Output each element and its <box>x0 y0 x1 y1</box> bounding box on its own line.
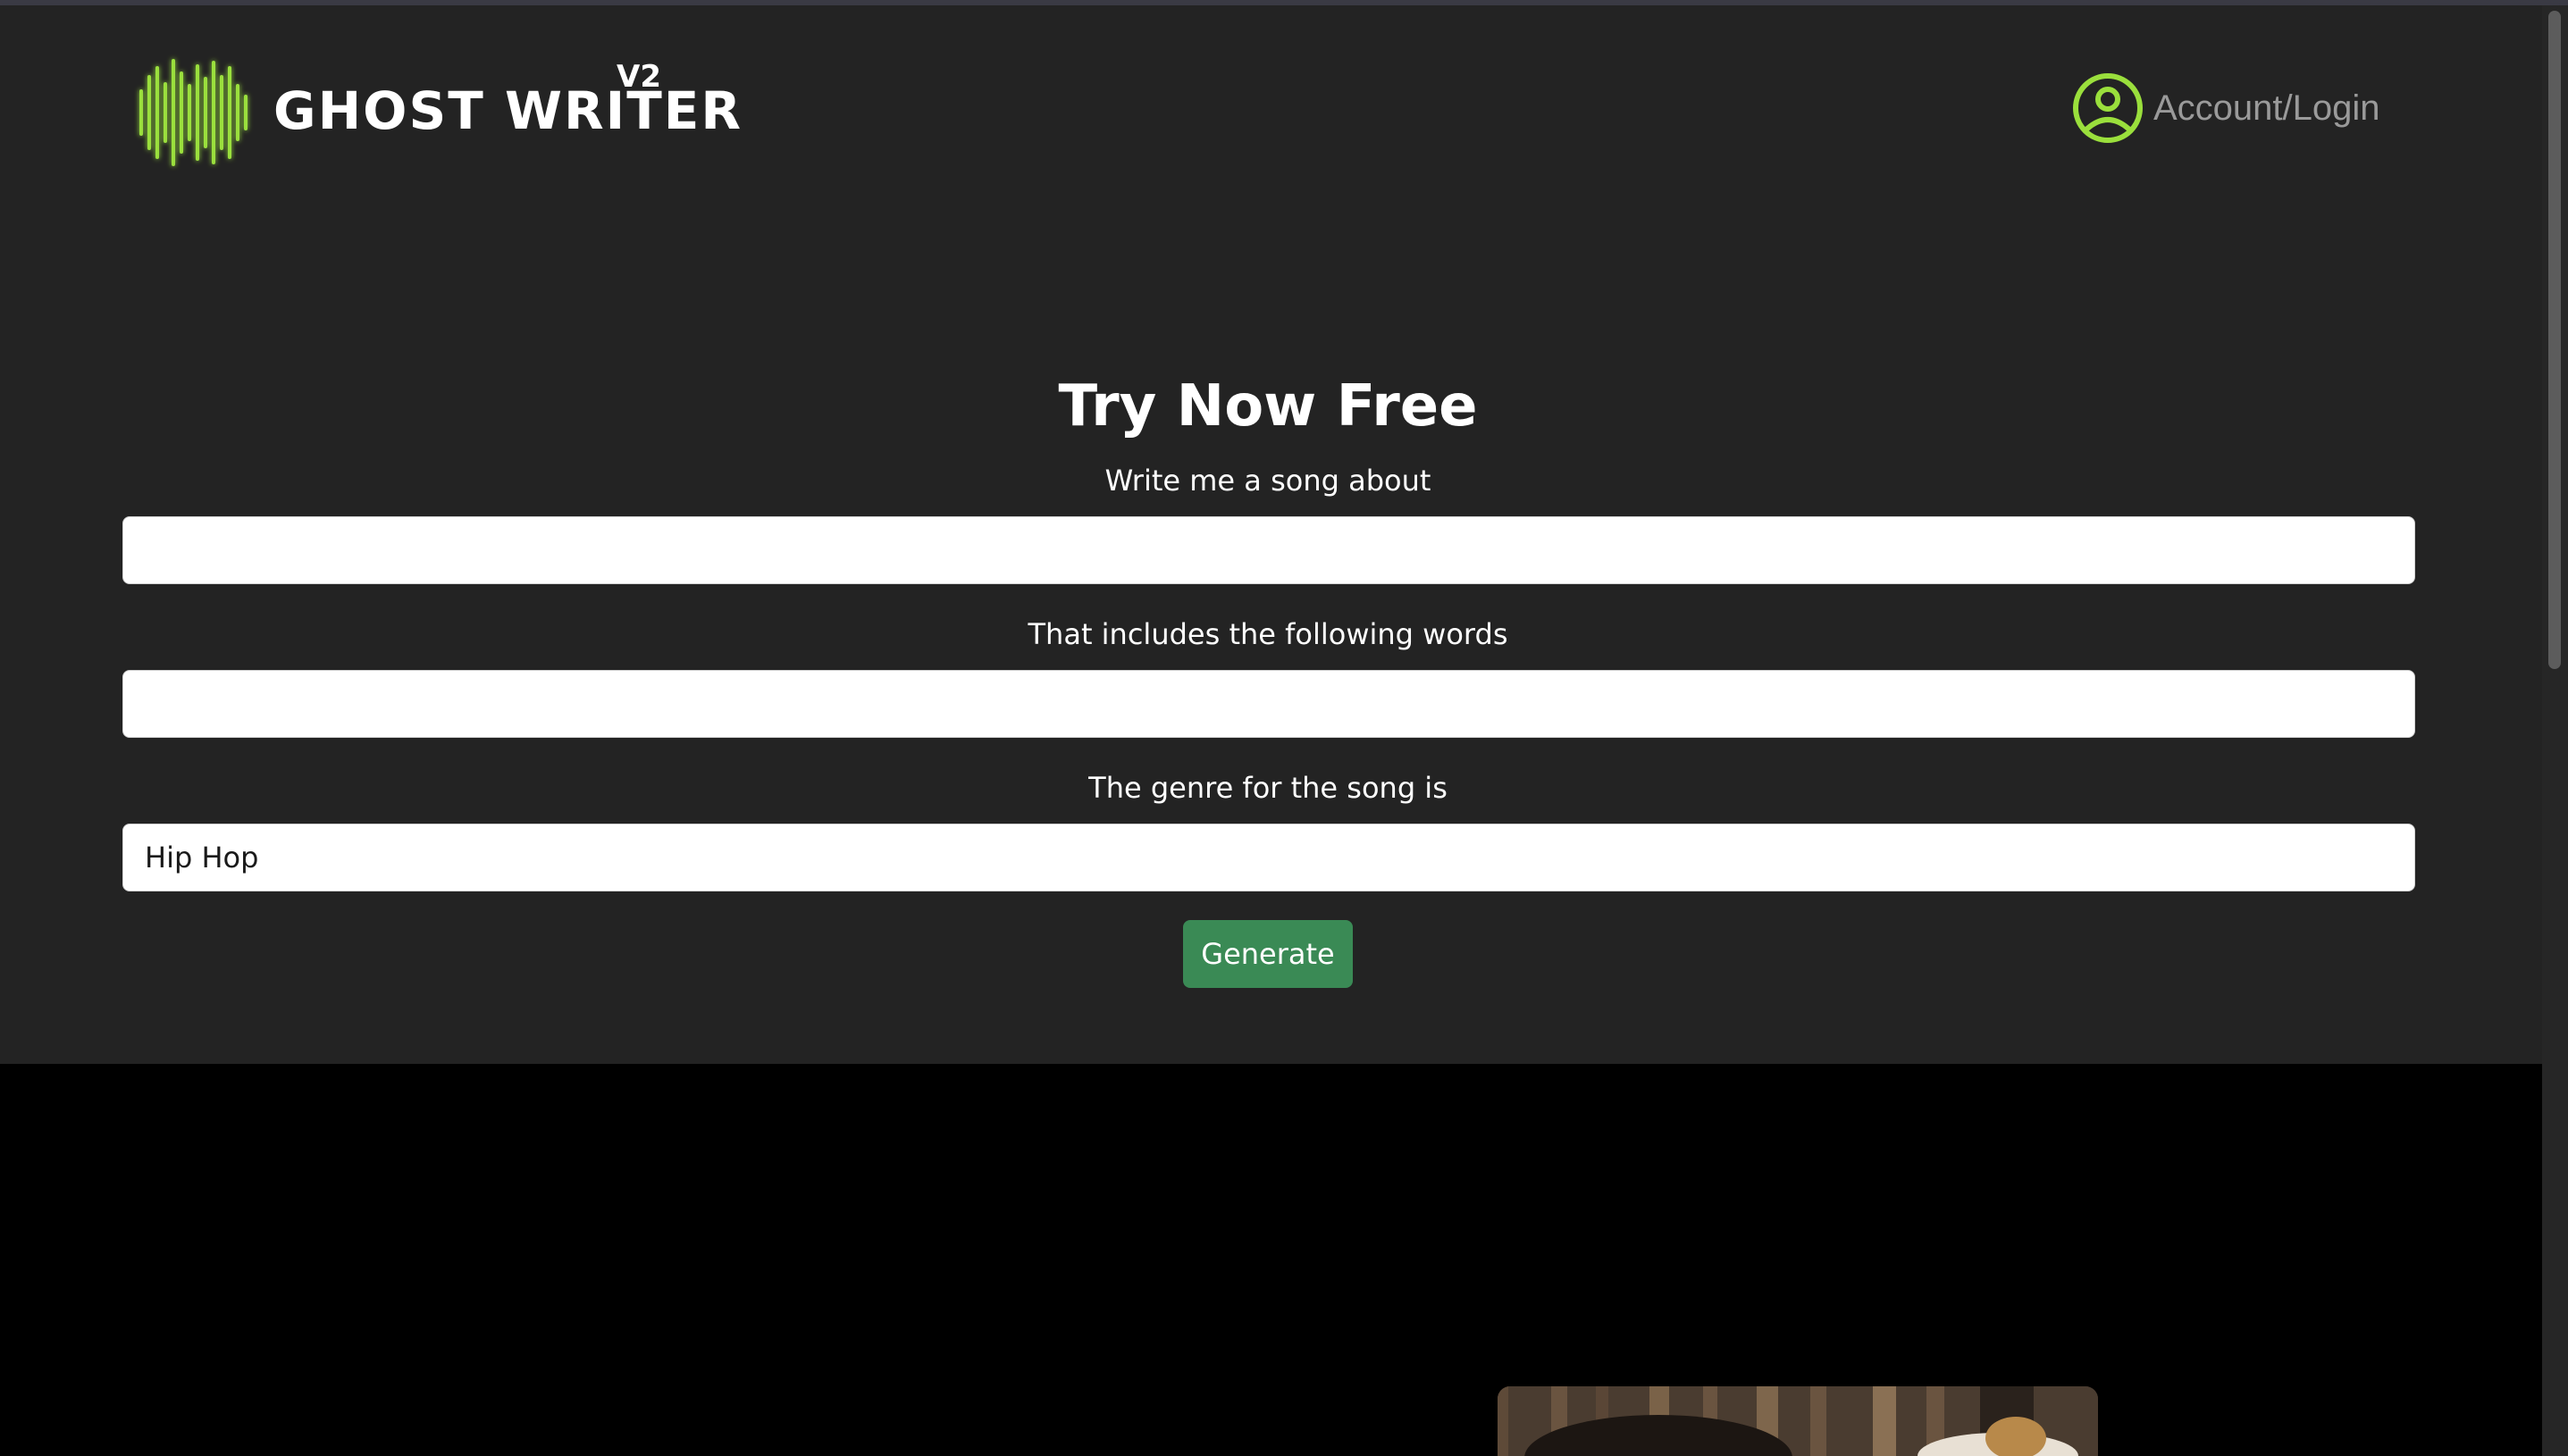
topic-label: Write me a song about <box>1104 464 1431 498</box>
user-circle-icon <box>2073 73 2143 143</box>
genre-label: The genre for the song is <box>1088 771 1448 805</box>
words-label: That includes the following words <box>1028 617 1508 651</box>
promo-image-picture <box>1498 1386 2098 1456</box>
page: GHOST WRITER V2 Account/Login Try Now Fr… <box>0 0 2568 1456</box>
logo-text: GHOST WRITER <box>273 80 743 141</box>
words-input[interactable] <box>122 670 2415 738</box>
hero-section: GHOST WRITER V2 Account/Login Try Now Fr… <box>0 5 2542 1064</box>
genre-input[interactable] <box>122 824 2415 891</box>
logo[interactable]: GHOST WRITER V2 <box>134 41 741 175</box>
account-login-label: Account/Login <box>2153 88 2380 128</box>
topic-input[interactable] <box>122 516 2415 584</box>
generate-button[interactable]: Generate <box>1183 920 1353 988</box>
form-title: Try Now Free <box>1058 373 1478 439</box>
promo-image <box>1498 1386 2098 1456</box>
scrollbar-thumb[interactable] <box>2548 11 2561 669</box>
account-login-link[interactable]: Account/Login <box>2071 70 2380 146</box>
scrollbar[interactable] <box>2542 5 2568 1456</box>
logo-version: V2 <box>617 59 661 95</box>
sound-wave-icon <box>139 59 248 166</box>
